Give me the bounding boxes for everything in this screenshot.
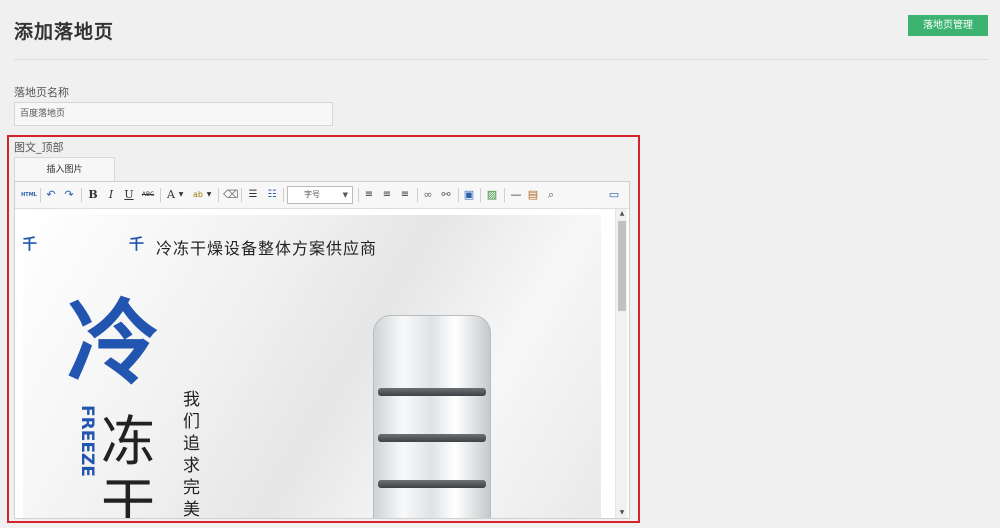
poster-char: 干 — [101, 472, 155, 518]
align-left-icon[interactable]: ≡ — [362, 187, 376, 203]
toolbar-separator — [40, 188, 41, 202]
toolbar-separator — [504, 188, 505, 202]
html-icon[interactable]: HTML — [21, 187, 37, 203]
toolbar-separator — [160, 188, 161, 202]
unlink-icon[interactable]: ⚯ — [439, 187, 453, 203]
toolbar-separator — [358, 188, 359, 202]
chevron-down-icon[interactable]: ▼ — [205, 187, 213, 203]
chevron-down-icon[interactable]: ▼ — [177, 187, 185, 203]
ordered-list-icon[interactable]: ☰ — [246, 187, 260, 203]
scroll-up-icon[interactable]: ▲ — [616, 209, 628, 219]
redo-icon[interactable]: ↷ — [62, 187, 76, 203]
image-icon[interactable]: ▨ — [485, 187, 499, 203]
scroll-down-icon[interactable]: ▼ — [616, 508, 628, 518]
toolbar-separator — [480, 188, 481, 202]
editor-toolbar: HTML ↶ ↷ B I U ABC A ▼ ab ▼ ⌫ ☰ ☷ 字号 ▼ ≡… — [15, 182, 629, 209]
fullscreen-icon[interactable]: ▭ — [607, 187, 621, 203]
brand-logo: 千 — [129, 235, 145, 253]
poster-big-char: 冷 — [67, 289, 160, 397]
undo-icon[interactable]: ↶ — [44, 187, 58, 203]
bold-icon[interactable]: B — [86, 187, 100, 203]
hr-icon[interactable]: — — [509, 187, 523, 203]
font-color-icon[interactable]: A — [165, 187, 177, 203]
landing-page-editor: 添加落地页 落地页管理 落地页名称 百度落地页 图文_顶部 插入图片 HTML … — [0, 0, 1000, 528]
chevron-down-icon: ▼ — [342, 191, 348, 199]
machine-shelf — [378, 434, 486, 442]
highlight-icon[interactable]: ab — [191, 187, 205, 203]
section-label: 图文_顶部 — [14, 141, 64, 154]
toolbar-separator — [458, 188, 459, 202]
align-right-icon[interactable]: ≡ — [398, 187, 412, 203]
strikethrough-icon[interactable]: ABC — [140, 187, 156, 203]
toolbar-separator — [81, 188, 82, 202]
machine-shelf — [378, 480, 486, 488]
eraser-icon[interactable]: ⌫ — [223, 187, 239, 203]
link-icon[interactable]: ∞ — [421, 187, 435, 203]
underline-icon[interactable]: U — [122, 187, 136, 203]
editor-scrollbar[interactable]: ▲ ▼ — [615, 209, 627, 518]
unordered-list-icon[interactable]: ☷ — [265, 187, 279, 203]
scroll-thumb[interactable] — [618, 221, 626, 311]
landing-page-manage-button[interactable]: 落地页管理 — [908, 15, 988, 36]
align-center-icon[interactable]: ≡ — [380, 187, 394, 203]
toolbar-separator — [241, 188, 242, 202]
zoom-icon[interactable]: ⌕ — [544, 187, 558, 203]
paste-icon[interactable]: ▤ — [526, 187, 540, 203]
brand-logo: 千 — [23, 235, 38, 253]
toolbar-separator — [417, 188, 418, 202]
rich-text-editor: HTML ↶ ↷ B I U ABC A ▼ ab ▼ ⌫ ☰ ☷ 字号 ▼ ≡… — [14, 181, 630, 519]
header-divider — [14, 59, 988, 60]
poster-tagline: 冷冻干燥设备整体方案供应商 — [156, 239, 378, 258]
product-poster-image: 千 千 冷冻干燥设备整体方案供应商 冷 冻 干 我们追求完美的 FREEZE — [23, 215, 601, 518]
page-title: 添加落地页 — [14, 21, 115, 43]
name-field-label: 落地页名称 — [14, 86, 69, 99]
save-icon[interactable]: ▣ — [462, 187, 476, 203]
poster-vertical-en: FREEZE — [77, 405, 97, 477]
poster-vertical-text: 我们追求完美的 — [183, 390, 200, 518]
italic-icon[interactable]: I — [104, 187, 118, 203]
freeze-dryer-image — [373, 315, 491, 518]
editor-content[interactable]: 千 千 冷冻干燥设备整体方案供应商 冷 冻 干 我们追求完美的 FREEZE — [15, 209, 629, 518]
insert-image-tab[interactable]: 插入图片 — [14, 157, 115, 181]
toolbar-separator — [283, 188, 284, 202]
fontsize-placeholder: 字号 — [304, 190, 320, 199]
machine-shelf — [378, 388, 486, 396]
fontsize-select[interactable]: 字号 ▼ — [287, 186, 353, 204]
landing-page-name-input[interactable]: 百度落地页 — [14, 102, 333, 126]
toolbar-separator — [218, 188, 219, 202]
